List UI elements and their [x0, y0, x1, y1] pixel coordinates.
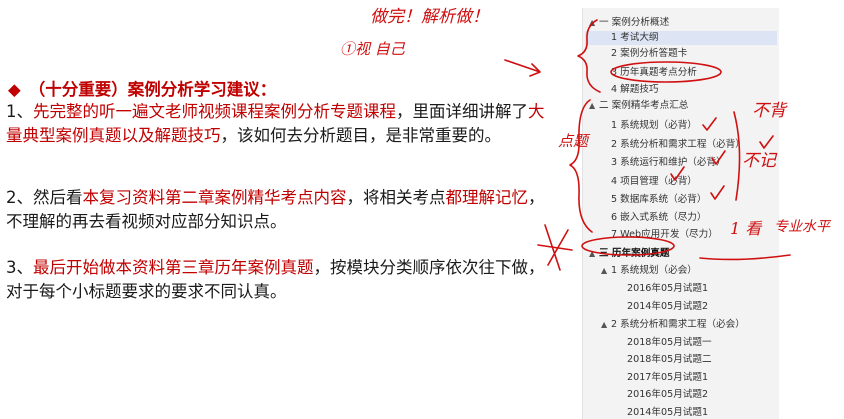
advice-1-text-2: ，该如何去分析题目，是非常重要的。	[220, 126, 502, 145]
outline-item-label: 6 嵌入式系统（尽力）	[611, 212, 707, 223]
outline-item-2018-05-q-one[interactable]: 2018年05月试题一	[627, 336, 712, 350]
outline-item-2014-05-q1[interactable]: 2014年05月试题1	[627, 406, 708, 419]
outline-item-label: 2017年05月试题1	[627, 372, 709, 383]
advice-1-text-1: ，里面详细讲解了	[396, 102, 528, 121]
advice-2-highlight-2: 都理解记忆	[445, 188, 529, 207]
outline-item-answer-card[interactable]: 2 案例分析答题卡	[611, 47, 687, 61]
outline-item-label: 5 数据库系统（必背）	[611, 194, 707, 205]
outline-item-past-analysis[interactable]: 3 历年真题考点分析	[611, 66, 697, 80]
advice-3-highlight-1: 最后开始做本资料第三章历年案例真题	[33, 258, 314, 277]
collapse-triangle-icon[interactable]: ▲	[601, 264, 611, 278]
outline-navigation-pane[interactable]: ▲ 一 案例分析概述 1 考试大纲 2 案例分析答题卡 3 历年真题考点分析 4 …	[582, 8, 779, 419]
outline-item-label: 二 案例精华考点汇总	[599, 100, 689, 111]
outline-item-2018-05-q-two[interactable]: 2018年05月试题二	[627, 353, 712, 367]
advice-1-highlight-1: 先完整的听一遍文老师视频课程案例分析专题课程	[33, 102, 396, 121]
section-title-text: （十分重要）案例分析学习建议：	[28, 80, 277, 99]
outline-item-exam-outline[interactable]: 1 考试大纲	[585, 31, 777, 45]
outline-item-label: 2014年05月试题1	[627, 407, 709, 418]
outline-item-cases-requirements[interactable]: ▲ 2 系统分析和需求工程（必会）	[601, 318, 745, 332]
outline-item-system-planning[interactable]: 1 系统规划（必背）	[611, 119, 697, 133]
handwritten-note-1: ①视 自己	[340, 40, 405, 58]
outline-item-label: 7 Web应用开发（尽力）	[611, 229, 718, 240]
advice-paragraph-1: 1、先完整的听一遍文老师视频课程案例分析专题课程，里面详细讲解了大量典型案例真题…	[6, 100, 554, 148]
advice-2-prefix: 2、然后看	[6, 188, 83, 207]
outline-item-label: 三 历年案例真题	[599, 248, 670, 259]
outline-item-label: 4 解题技巧	[611, 84, 659, 95]
advice-2-text-1: ，将相关考点	[346, 188, 446, 207]
handwritten-note-top: 做完！解析做！	[370, 7, 489, 27]
outline-item-2016-05-q1[interactable]: 2016年05月试题1	[627, 282, 708, 296]
outline-item-2014-05-q2[interactable]: 2014年05月试题2	[627, 300, 708, 314]
handwritten-note-level: 专业水平	[774, 219, 830, 235]
outline-item-label: 1 考试大纲	[611, 32, 659, 43]
outline-item-label: 2 案例分析答题卡	[611, 48, 688, 59]
advice-paragraph-2: 2、然后看本复习资料第二章案例精华考点内容，将相关考点都理解记忆，不理解的再去看…	[6, 186, 554, 234]
outline-item-past-cases[interactable]: ▲ 三 历年案例真题	[589, 247, 670, 261]
outline-item-label: 2016年05月试题2	[627, 389, 709, 400]
collapse-triangle-icon[interactable]: ▲	[589, 16, 599, 30]
handwritten-note-busy: 不背	[752, 101, 786, 121]
outline-item-database[interactable]: 5 数据库系统（必背）	[611, 193, 707, 207]
outline-item-label: 3 系统运行和维护（必背）	[611, 157, 726, 168]
outline-item-label: 2 系统分析和需求工程（必会）	[611, 319, 745, 330]
outline-item-operations[interactable]: 3 系统运行和维护（必背）	[611, 156, 726, 170]
outline-item-2017-05-q1[interactable]: 2017年05月试题1	[627, 371, 708, 385]
outline-item-key-points[interactable]: ▲ 二 案例精华考点汇总	[589, 99, 688, 113]
outline-item-label: 4 项目管理（必背）	[611, 176, 697, 187]
outline-item-overview[interactable]: ▲ 一 案例分析概述	[589, 16, 669, 30]
collapse-triangle-icon[interactable]: ▲	[589, 99, 599, 113]
advice-paragraph-3: 3、最后开始做本资料第三章历年案例真题，按模块分类顺序依次往下做，对于每个小标题…	[6, 256, 554, 304]
outline-item-label: 3 历年真题考点分析	[611, 67, 697, 78]
outline-item-label: 1 系统规划（必会）	[611, 265, 697, 276]
outline-item-label: 2016年05月试题1	[627, 283, 709, 294]
outline-item-label: 2018年05月试题二	[627, 354, 712, 365]
lesson-slide: ◆ （十分重要）案例分析学习建议： 1、先完整的听一遍文老师视频课程案例分析专题课…	[0, 0, 575, 419]
outline-item-label: 2 系统分析和需求工程（必背）	[611, 139, 745, 150]
outline-item-2016-05-q2[interactable]: 2016年05月试题2	[627, 388, 708, 402]
advice-3-prefix: 3、	[6, 258, 33, 277]
outline-item-label: 一 案例分析概述	[599, 17, 670, 28]
outline-item-solving-tips[interactable]: 4 解题技巧	[611, 83, 659, 97]
collapse-triangle-icon[interactable]: ▲	[589, 247, 599, 261]
outline-item-label: 1 系统规划（必背）	[611, 120, 697, 131]
outline-item-label: 2014年05月试题2	[627, 301, 709, 312]
outline-item-cases-planning[interactable]: ▲ 1 系统规划（必会）	[601, 264, 697, 278]
collapse-triangle-icon[interactable]: ▲	[601, 318, 611, 332]
advice-1-prefix: 1、	[6, 102, 33, 121]
outline-item-embedded[interactable]: 6 嵌入式系统（尽力）	[611, 211, 707, 225]
outline-item-web-dev[interactable]: 7 Web应用开发（尽力）	[611, 228, 718, 242]
diamond-bullet-icon: ◆	[8, 80, 21, 99]
advice-2-highlight-1: 本复习资料第二章案例精华考点内容	[82, 188, 347, 207]
handwritten-note-flat: 点题	[558, 132, 589, 150]
outline-item-requirements[interactable]: 2 系统分析和需求工程（必背）	[611, 138, 745, 152]
section-title: ◆ （十分重要）案例分析学习建议：	[8, 76, 276, 100]
handwritten-note-see: 1 看	[730, 219, 762, 238]
outline-item-project-mgmt[interactable]: 4 项目管理（必背）	[611, 175, 697, 189]
outline-item-label: 2018年05月试题一	[627, 337, 712, 348]
handwritten-note-remember: 不记	[742, 151, 776, 171]
